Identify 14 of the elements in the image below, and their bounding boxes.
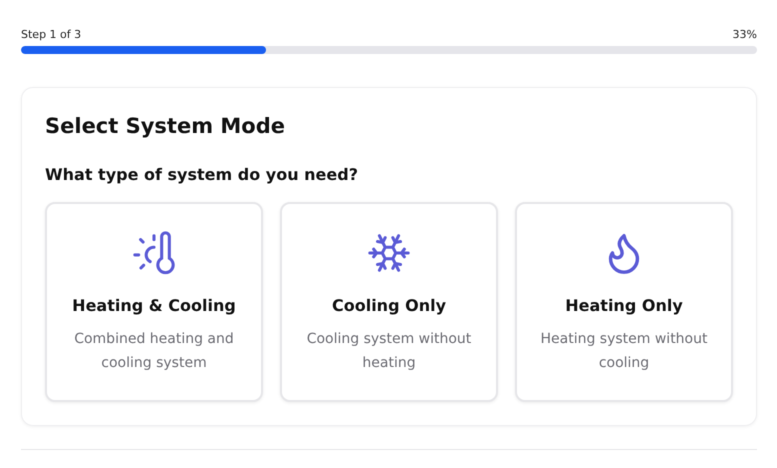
option-title: Heating & Cooling (72, 296, 236, 315)
question-text: What type of system do you need? (45, 165, 359, 184)
option-description: Heating system without cooling (539, 330, 708, 373)
percent-label: 33% (732, 28, 757, 41)
option-description: Combined heating and cooling system (73, 330, 235, 373)
option-card[interactable]: Heating Only Heating system without cooling (515, 202, 733, 402)
option-card[interactable]: Cooling Only Cooling system without heating (280, 202, 498, 402)
option-title: Heating Only (565, 296, 683, 315)
card-title: Select System Mode (45, 114, 286, 138)
thermometer-sun-icon (131, 230, 177, 276)
option-description: Cooling system without heating (306, 330, 472, 373)
option-card[interactable]: Heating & Cooling Combined heating and cooling system (45, 202, 263, 402)
option-title: Cooling Only (332, 296, 446, 315)
step-label: Step 1 of 3 (21, 28, 82, 41)
